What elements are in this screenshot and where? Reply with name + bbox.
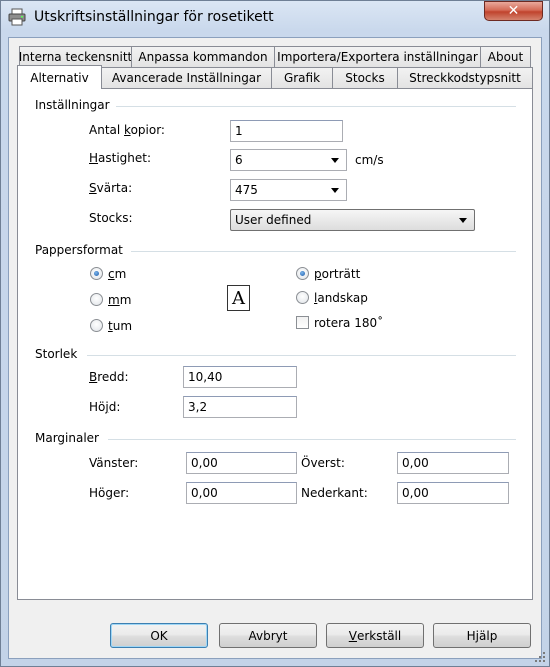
landscape-label[interactable]: landskap bbox=[314, 291, 368, 305]
tab-custom-commands[interactable]: Anpassa kommandon bbox=[131, 46, 275, 67]
height-input[interactable]: 3,2 bbox=[183, 396, 297, 418]
rotate-label[interactable]: rotera 180˚ bbox=[314, 316, 383, 330]
paper-header: Pappersformat bbox=[35, 243, 123, 257]
stocks-select[interactable]: User defined bbox=[230, 209, 475, 231]
tab-graphics[interactable]: Grafik bbox=[271, 67, 333, 88]
margin-bottom-input[interactable]: 0,00 bbox=[397, 482, 509, 504]
ok-button[interactable]: OK bbox=[110, 623, 208, 648]
margin-bottom-label: Nederkant: bbox=[301, 486, 368, 500]
unit-tum-radio[interactable] bbox=[90, 319, 103, 332]
printer-icon bbox=[8, 8, 26, 26]
title-bar[interactable]: Utskriftsinställningar för rosetikett ✕ bbox=[0, 0, 550, 36]
apply-button[interactable]: Verkställ bbox=[326, 623, 424, 648]
tab-about[interactable]: About bbox=[480, 46, 531, 67]
margin-top-input[interactable]: 0,00 bbox=[397, 452, 509, 474]
speed-label: Hastighet: bbox=[89, 151, 152, 165]
margin-right-input[interactable]: 0,00 bbox=[186, 482, 297, 504]
speed-select[interactable]: 6 bbox=[230, 149, 347, 171]
width-input[interactable]: 10,40 bbox=[183, 366, 297, 388]
margins-divider bbox=[108, 439, 516, 440]
darkness-select[interactable]: 475 bbox=[230, 179, 347, 201]
chevron-down-icon bbox=[459, 217, 467, 223]
chevron-down-icon bbox=[331, 187, 339, 193]
margin-top-label: Överst: bbox=[301, 456, 345, 470]
unit-cm-radio[interactable] bbox=[90, 267, 103, 280]
unit-mm-label[interactable]: mm bbox=[108, 293, 131, 307]
settings-header: Inställningar bbox=[35, 98, 110, 112]
margins-header: Marginaler bbox=[35, 431, 99, 445]
copies-label: Antal kopior: bbox=[89, 123, 165, 137]
settings-divider bbox=[116, 106, 516, 107]
paper-divider bbox=[131, 251, 516, 252]
close-button[interactable]: ✕ bbox=[484, 1, 543, 21]
window-title: Utskriftsinställningar för rosetikett bbox=[34, 9, 274, 25]
tab-options[interactable]: Alternativ bbox=[17, 65, 102, 89]
portrait-label[interactable]: porträtt bbox=[314, 267, 360, 281]
cancel-button[interactable]: Avbryt bbox=[219, 623, 317, 648]
tab-internal-fonts[interactable]: Interna teckensnitt bbox=[19, 46, 132, 67]
landscape-radio[interactable] bbox=[296, 291, 309, 304]
tab-stocks[interactable]: Stocks bbox=[332, 67, 398, 88]
unit-cm-label[interactable]: cm bbox=[108, 267, 126, 281]
chevron-down-icon bbox=[331, 157, 339, 163]
resize-grip-icon[interactable] bbox=[534, 651, 546, 663]
tab-barcode-fonts[interactable]: Streckkodstypsnitt bbox=[397, 67, 533, 88]
margin-left-input[interactable]: 0,00 bbox=[186, 452, 297, 474]
help-button[interactable]: Hjälp bbox=[433, 623, 531, 648]
height-label: Höjd: bbox=[89, 400, 121, 414]
tab-advanced-settings[interactable]: Avancerade Inställningar bbox=[101, 67, 272, 88]
speed-unit: cm/s bbox=[355, 153, 384, 167]
stocks-label: Stocks: bbox=[89, 211, 133, 225]
width-label: Bredd: bbox=[89, 370, 129, 384]
unit-tum-label[interactable]: tum bbox=[108, 319, 132, 333]
size-divider bbox=[87, 355, 516, 356]
orientation-preview-icon: A bbox=[227, 285, 250, 311]
unit-mm-radio[interactable] bbox=[90, 293, 103, 306]
close-icon: ✕ bbox=[507, 3, 520, 19]
tab-import-export[interactable]: Importera/Exportera inställningar bbox=[274, 46, 481, 67]
size-header: Storlek bbox=[35, 347, 78, 361]
margin-left-label: Vänster: bbox=[89, 456, 139, 470]
portrait-radio[interactable] bbox=[296, 267, 309, 280]
darkness-label: Svärta: bbox=[89, 181, 133, 195]
rotate-checkbox[interactable] bbox=[296, 316, 309, 329]
copies-input[interactable]: 1 bbox=[230, 120, 343, 142]
margin-right-label: Höger: bbox=[89, 486, 130, 500]
